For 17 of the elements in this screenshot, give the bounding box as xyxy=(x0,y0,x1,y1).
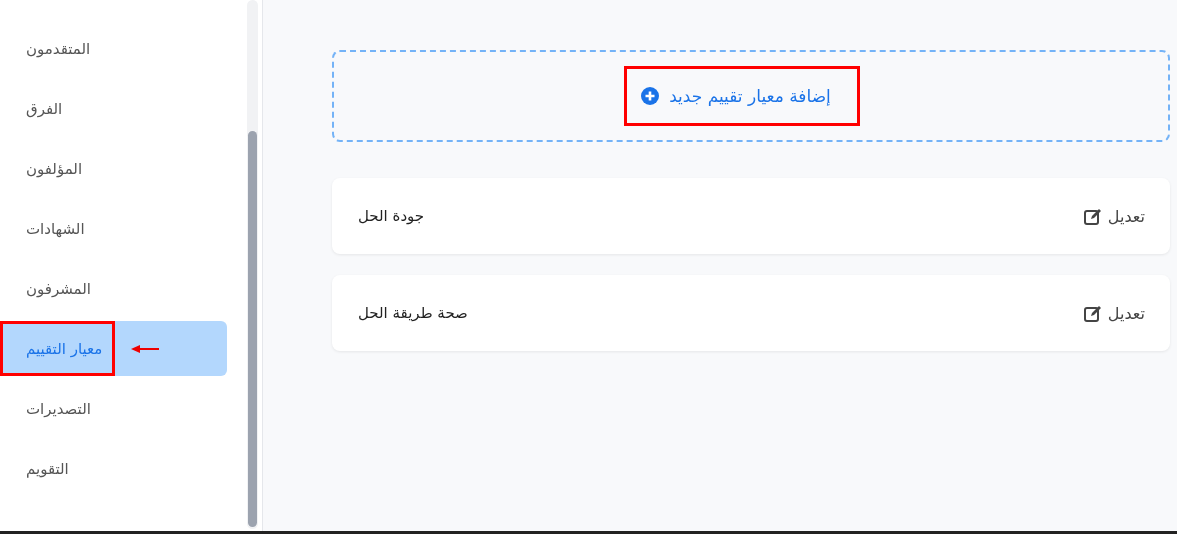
edit-button[interactable]: تعديل xyxy=(1083,303,1145,323)
sidebar-item[interactable]: المشرفون xyxy=(0,261,104,316)
sidebar-item[interactable]: التصديرات xyxy=(0,381,104,436)
sidebar-item[interactable]: الشهادات xyxy=(0,201,98,256)
plus-icon xyxy=(641,87,660,105)
sidebar-item[interactable]: الفرق xyxy=(0,81,76,136)
sidebar-item[interactable]: المتقدمون xyxy=(0,21,104,76)
sidebar-item[interactable]: المؤلفون xyxy=(0,141,96,196)
scrollbar-thumb[interactable] xyxy=(248,131,257,527)
arrow-icon xyxy=(131,344,160,353)
edit-icon xyxy=(1083,304,1102,322)
criterion-name: صحة طريقة الحل xyxy=(358,304,468,322)
edit-icon xyxy=(1083,207,1102,225)
sidebar-item[interactable]: التقويم xyxy=(0,441,82,496)
edit-button[interactable]: تعديل xyxy=(1083,206,1145,226)
criterion-name: جودة الحل xyxy=(358,207,425,225)
add-criterion-button[interactable]: إضافة معيار تقييم جديد xyxy=(624,66,860,126)
